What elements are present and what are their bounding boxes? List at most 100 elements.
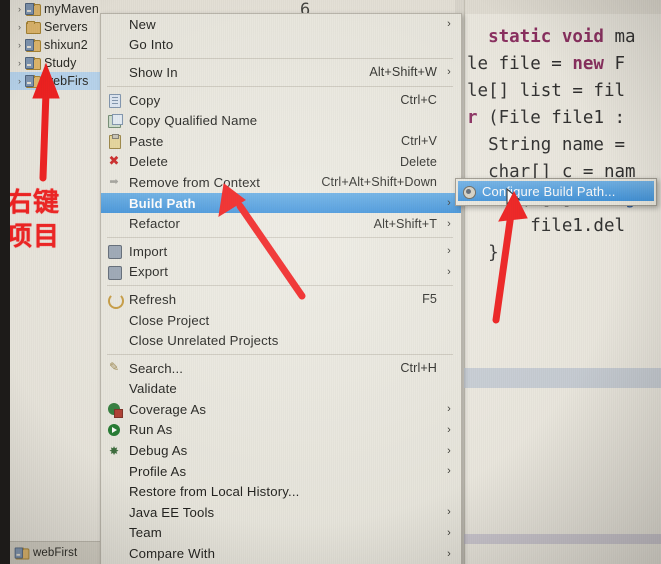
menu-item-coverage-as[interactable]: Coverage As › [101,399,461,420]
menu-item-label: Debug As [129,443,188,459]
menu-item-label: Build Path [129,195,196,211]
code-line: } [467,243,499,263]
chevron-right-icon[interactable]: › [14,76,25,86]
menu-item-export[interactable]: Export › [101,262,461,283]
menu-item-label: Delete [129,154,169,170]
chevron-right-icon: › [447,444,451,457]
copy-icon [107,93,125,109]
menu-item-no-icon [107,505,125,519]
tree-item-label: Study [44,56,77,70]
menu-item-go-into[interactable]: Go Into [101,35,461,56]
menu-item-no-icon [107,382,125,396]
menu-item-label: Go Into [129,37,174,53]
export-icon [107,265,125,280]
status-bar: webFirst [10,541,104,564]
chevron-right-icon: › [447,197,451,210]
chevron-right-icon: › [447,465,451,478]
menu-item-refresh[interactable]: Refresh F5 [101,289,461,310]
menu-item-no-icon [107,526,125,540]
menu-item-no-icon [107,547,125,561]
menu-item-label: Compare With [129,546,216,562]
menu-item-no-icon [107,196,125,210]
java-project-icon [25,38,41,52]
chevron-right-icon: › [447,66,451,79]
menu-item-shortcut: Ctrl+C [400,93,437,108]
menu-item-configure-build-path[interactable]: Configure Build Path... [458,181,654,201]
menu-item-new[interactable]: New › [101,14,461,35]
tree-item-servers[interactable]: › Servers [10,18,100,36]
chevron-right-icon: › [447,245,451,258]
menu-separator [107,236,453,238]
menu-item-label: Refresh [129,291,177,307]
chevron-right-icon: › [447,547,451,560]
build-path-submenu[interactable]: Configure Build Path... [455,178,657,206]
menu-item-label: Refactor [129,216,181,232]
menu-item-label: Copy Qualified Name [129,113,258,129]
code-line: String name = [467,135,626,155]
menu-item-import[interactable]: Import › [101,241,461,262]
menu-item-build-path[interactable]: Build Path › [101,192,461,214]
mouse-cursor [506,188,522,210]
menu-item-label: Validate [129,381,177,397]
menu-item-close-project[interactable]: Close Project [101,310,461,331]
menu-item-paste[interactable]: Paste Ctrl+V [101,131,461,152]
chevron-right-icon: › [447,217,451,230]
menu-item-close-unrelated-projects[interactable]: Close Unrelated Projects [101,330,461,351]
menu-item-label: Java EE Tools [129,504,215,520]
menu-item-java-ee-tools[interactable]: Java EE Tools › [101,502,461,523]
editor-tab-strip[interactable] [455,0,661,14]
java-project-icon [25,2,41,16]
menu-item-show-in[interactable]: Show In Alt+Shift+W › [101,62,461,83]
menu-item-label: New [129,16,156,32]
delete-icon: ✖ [108,153,120,169]
code-line: file1.del [467,216,626,236]
menu-item-delete[interactable]: ✖ Delete Delete [101,152,461,173]
menu-item-refactor[interactable]: Refactor Alt+Shift+T › [101,213,461,234]
chevron-right-icon[interactable]: › [14,58,25,68]
configure-build-path-icon [462,185,478,199]
menu-item-no-icon [107,38,125,52]
chevron-right-icon: › [447,526,451,539]
menu-item-copy[interactable]: Copy Ctrl+C [101,90,461,111]
menu-separator [107,353,453,355]
project-context-menu[interactable]: New › Go Into Show In Alt+Shift+W › Copy Ctrl+C… [100,13,462,564]
menu-item-search[interactable]: ✎ Search... Ctrl+H [101,358,461,379]
tree-item-label: webFirs [44,74,89,88]
menu-item-label: Search... [129,360,184,376]
chevron-right-icon[interactable]: › [14,40,25,50]
menu-item-profile-as[interactable]: Profile As › [101,461,461,482]
menu-item-copy-qualified-name[interactable]: Copy Qualified Name [101,110,461,131]
java-editor-panel[interactable]: static void ma le file = new F le[] list =… [455,0,661,564]
code-line: le[] list = fil [467,81,626,101]
project-tree[interactable]: › myMaven › Servers › shixun2 › Study › webFirs [10,0,100,90]
chevron-right-icon: › [447,18,451,31]
menu-item-debug-as[interactable]: ✸ Debug As › [101,440,461,461]
chevron-right-icon[interactable]: › [14,22,25,32]
tree-item-shixun2[interactable]: › shixun2 [10,36,100,54]
menu-item-shortcut: Delete [399,154,437,169]
tree-item-label: shixun2 [44,38,88,52]
package-explorer-panel[interactable]: › myMaven › Servers › shixun2 › Study › webFirs [10,0,100,564]
menu-item-validate[interactable]: Validate [101,379,461,400]
menu-item-no-icon [107,334,125,348]
menu-item-no-icon [107,464,125,478]
tree-item-study[interactable]: › Study [10,54,100,72]
menu-item-shortcut: Alt+Shift+W [369,65,437,80]
menu-item-restore-from-local-history[interactable]: Restore from Local History... [101,481,461,502]
menu-separator [107,285,453,287]
menu-item-label: Close Project [129,312,210,328]
menu-item-compare-with[interactable]: Compare With › [101,543,461,564]
tree-item-mymaven[interactable]: › myMaven [10,0,100,18]
chevron-right-icon[interactable]: › [14,4,25,14]
tree-item-webfirs[interactable]: › webFirs [10,72,100,90]
refresh-icon [107,292,125,310]
menu-item-label: Remove from Context [129,174,261,190]
menu-item-team[interactable]: Team › [101,523,461,544]
menu-separator [107,58,453,60]
menu-item-run-as[interactable]: Run As › [101,420,461,441]
menu-item-remove-from-context[interactable]: ➡ Remove from Context Ctrl+Alt+Shift+Down [101,172,461,193]
eclipse-screenshot: static void ma le file = new F le[] list =… [0,0,661,564]
editor-code-text[interactable]: static void ma le file = new F le[] list =… [467,24,661,267]
code-line: le file = new F [467,54,626,74]
annotation-line-2: 项目 [6,222,61,252]
